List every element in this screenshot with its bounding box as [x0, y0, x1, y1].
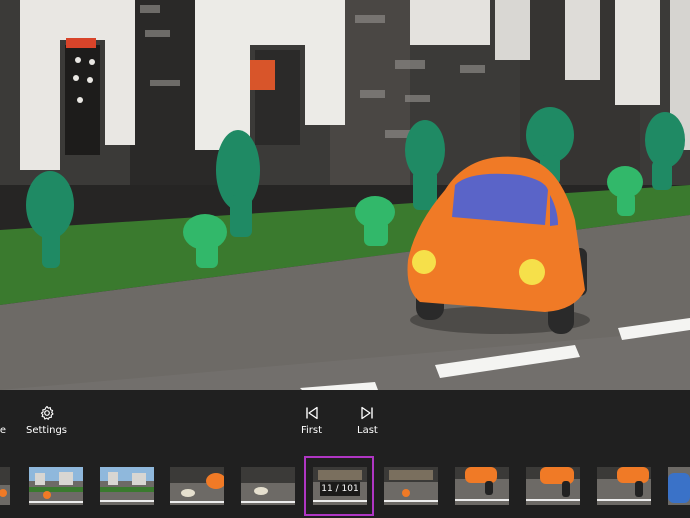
settings-label: Settings: [26, 425, 68, 436]
frame-thumbnail[interactable]: [241, 467, 295, 505]
frame-thumbnail[interactable]: [668, 467, 690, 505]
first-frame-button[interactable]: First: [301, 404, 322, 436]
skip-to-first-icon: [303, 404, 321, 422]
partial-toolbar-button[interactable]: e: [0, 404, 12, 436]
last-frame-button[interactable]: Last: [357, 404, 378, 436]
toolbar: e Settings First Last: [0, 390, 690, 455]
gear-icon: [38, 404, 56, 422]
frame-thumbnail[interactable]: [455, 467, 509, 505]
filmstrip: 11 / 101: [0, 455, 690, 518]
claymation-scene-image: [0, 0, 690, 390]
frame-thumbnail[interactable]: [597, 467, 651, 505]
partial-button-icon: [0, 404, 12, 422]
frame-thumbnail[interactable]: [29, 467, 83, 505]
frame-thumbnail[interactable]: [100, 467, 154, 505]
frame-preview: [0, 0, 690, 390]
settings-button[interactable]: Settings: [26, 404, 67, 436]
frame-thumbnail[interactable]: [170, 467, 224, 505]
frame-thumbnail[interactable]: [384, 467, 438, 505]
partial-button-label: e: [0, 425, 7, 436]
skip-to-last-icon: [358, 404, 376, 422]
frame-counter: 11 / 101: [320, 482, 360, 496]
last-label: Last: [357, 425, 378, 436]
frame-thumbnail[interactable]: [526, 467, 580, 505]
first-label: First: [301, 425, 323, 436]
frame-thumbnail[interactable]: [0, 467, 10, 505]
